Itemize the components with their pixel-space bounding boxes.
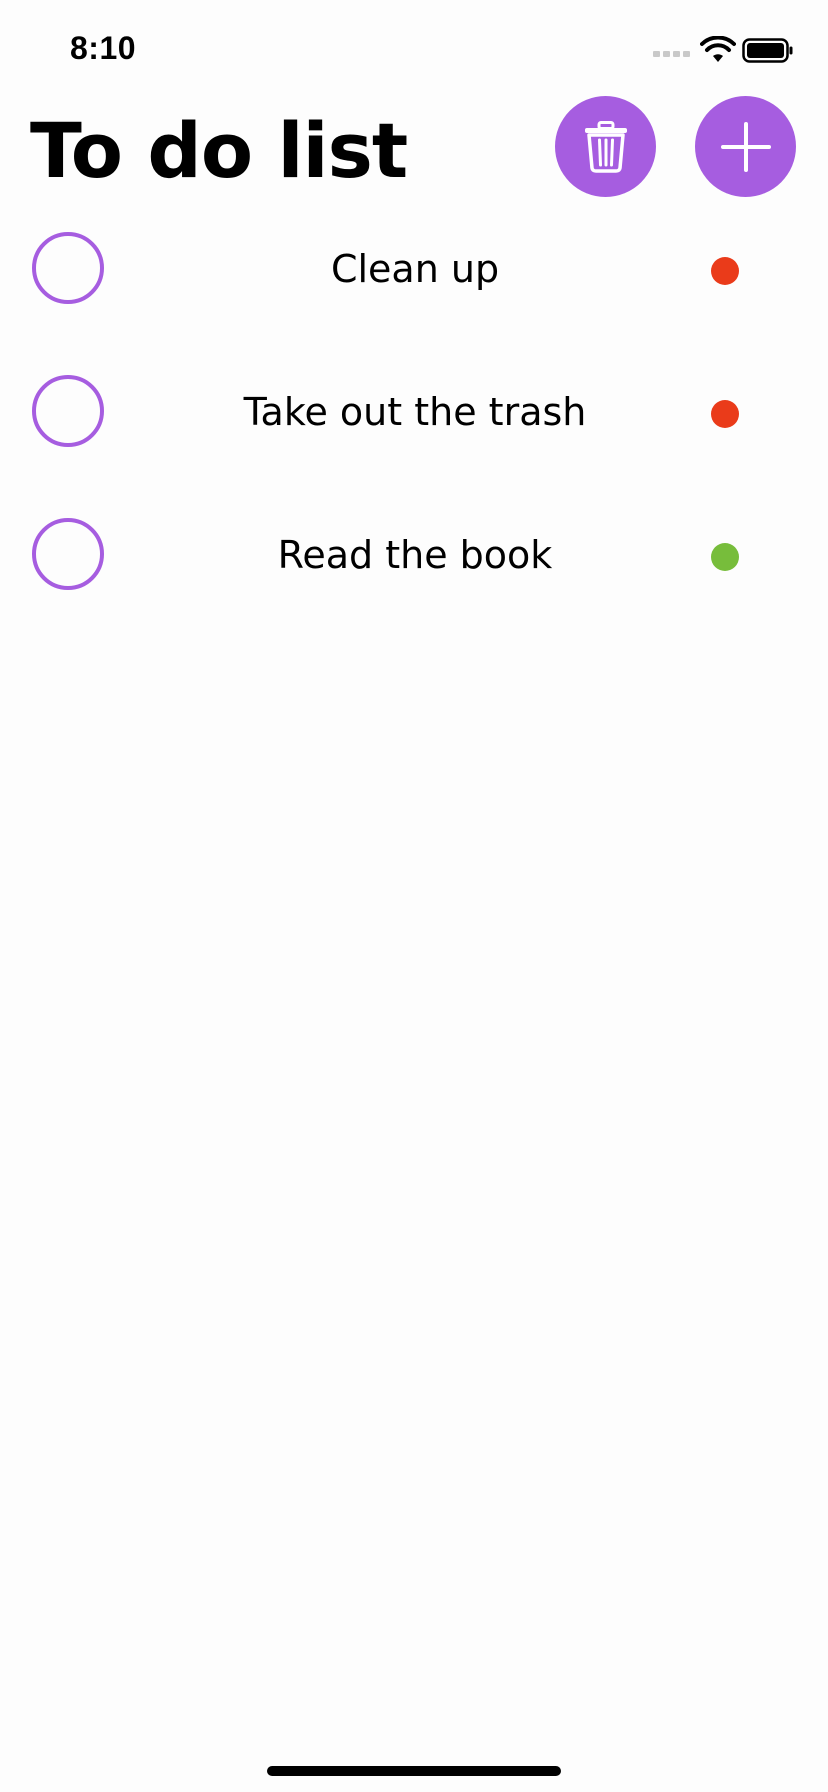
- home-indicator: [267, 1766, 561, 1776]
- todo-item[interactable]: Read the book: [0, 486, 828, 629]
- complete-checkbox[interactable]: [32, 518, 104, 590]
- delete-button[interactable]: [555, 96, 656, 197]
- priority-indicator: [711, 257, 739, 285]
- todo-item[interactable]: Take out the trash: [0, 343, 828, 486]
- trash-icon: [584, 120, 627, 173]
- priority-indicator: [711, 543, 739, 571]
- page-title: To do list: [30, 106, 408, 195]
- todo-text: Read the book: [277, 533, 553, 577]
- status-bar: 8:10: [0, 0, 828, 100]
- priority-indicator: [711, 400, 739, 428]
- wifi-icon: [700, 36, 736, 62]
- cellular-signal-icon: [653, 51, 690, 57]
- plus-icon: [720, 121, 771, 172]
- complete-checkbox[interactable]: [32, 375, 104, 447]
- add-button[interactable]: [695, 96, 796, 197]
- todo-text: Take out the trash: [243, 390, 587, 434]
- todo-item[interactable]: Clean up: [0, 200, 828, 343]
- complete-checkbox[interactable]: [32, 232, 104, 304]
- todo-text: Clean up: [330, 247, 500, 291]
- status-time: 8:10: [70, 30, 137, 66]
- battery-icon: [742, 38, 793, 63]
